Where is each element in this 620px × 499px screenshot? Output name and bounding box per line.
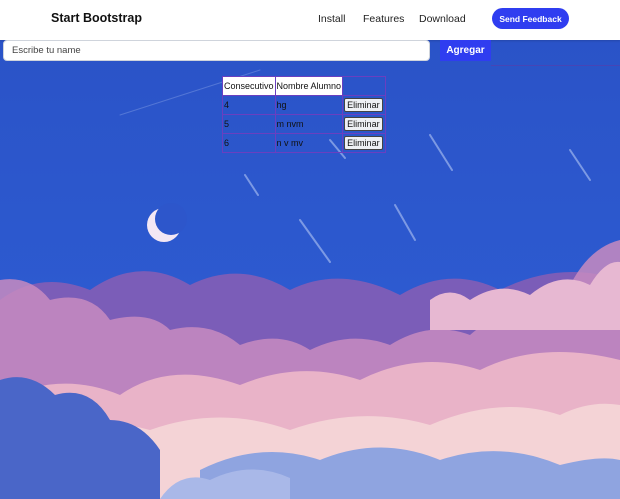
- table-row: 4 hg Eliminar: [222, 95, 387, 115]
- table-row: 6 n v mv Eliminar: [222, 133, 387, 153]
- send-feedback-button[interactable]: Send Feedback: [492, 8, 569, 29]
- column-header-actions: [342, 76, 387, 96]
- row-action-cell: Eliminar: [342, 133, 387, 153]
- nav-link-download[interactable]: Download: [419, 13, 466, 25]
- nav-link-install[interactable]: Install: [318, 13, 345, 25]
- nav-link-features[interactable]: Features: [363, 13, 404, 25]
- add-button[interactable]: Agregar: [440, 40, 491, 61]
- row-name: m nvm: [274, 114, 344, 134]
- background-scene: [0, 0, 620, 499]
- name-input[interactable]: [3, 40, 430, 61]
- top-navbar: Start Bootstrap Install Features Downloa…: [0, 0, 620, 40]
- row-action-cell: Eliminar: [342, 114, 387, 134]
- students-table: Consecutivo Nombre Alumno 4 hg Eliminar …: [222, 76, 387, 153]
- column-header-nombre: Nombre Alumno: [274, 76, 344, 96]
- divider: [491, 65, 620, 66]
- row-name: hg: [274, 95, 344, 115]
- row-name: n v mv: [274, 133, 344, 153]
- brand-link[interactable]: Start Bootstrap: [51, 11, 142, 25]
- row-action-cell: Eliminar: [342, 95, 387, 115]
- delete-button[interactable]: Eliminar: [344, 98, 383, 112]
- delete-button[interactable]: Eliminar: [344, 117, 383, 131]
- row-id: 6: [222, 133, 276, 153]
- delete-button[interactable]: Eliminar: [344, 136, 383, 150]
- table-header-row: Consecutivo Nombre Alumno: [222, 76, 387, 96]
- table-row: 5 m nvm Eliminar: [222, 114, 387, 134]
- row-id: 5: [222, 114, 276, 134]
- row-id: 4: [222, 95, 276, 115]
- column-header-consecutivo: Consecutivo: [222, 76, 276, 96]
